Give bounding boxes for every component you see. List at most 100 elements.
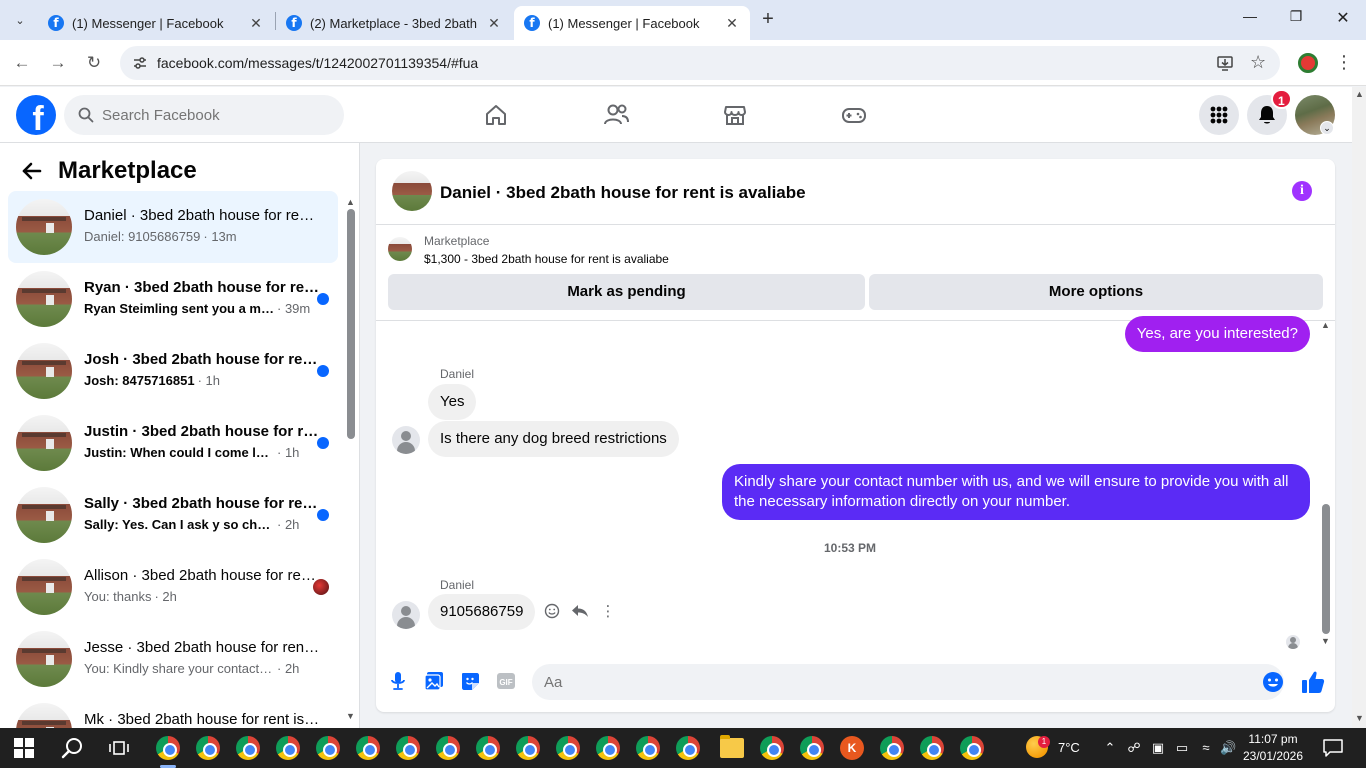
listing-thumbnail[interactable]	[388, 237, 412, 261]
incoming-message[interactable]: Is there any dog breed restrictions	[428, 421, 679, 457]
facebook-search[interactable]	[64, 95, 344, 135]
browser-tab[interactable]: f (2) Marketplace - 3bed 2bath house for…	[276, 6, 512, 40]
chrome-app-icon[interactable]	[676, 736, 700, 760]
windows-start-icon[interactable]	[14, 738, 34, 758]
nav-friends-icon[interactable]	[600, 99, 632, 131]
chrome-app-icon[interactable]	[316, 736, 340, 760]
scroll-down-arrow-icon[interactable]: ▼	[346, 711, 355, 721]
scrollbar-thumb[interactable]	[347, 209, 355, 439]
network-device-icon[interactable]: ☍	[1126, 740, 1142, 756]
address-bar[interactable]: facebook.com/messages/t/1242002701139354…	[120, 46, 1280, 80]
reload-icon[interactable]: ↻	[83, 52, 105, 74]
incoming-message[interactable]: 9105686759	[428, 594, 536, 630]
scroll-up-arrow-icon[interactable]: ▲	[1355, 89, 1364, 99]
chrome-app-icon[interactable]	[636, 736, 660, 760]
show-hidden-icons-chevron-icon[interactable]: ⌃	[1102, 740, 1118, 756]
nav-marketplace-icon[interactable]	[719, 99, 751, 131]
gif-icon[interactable]: GIF	[494, 669, 518, 693]
listing-title[interactable]: $1,300 - 3bed 2bath house for rent is av…	[424, 252, 669, 266]
more-actions-icon[interactable]: ⋮	[598, 601, 618, 621]
tab-close-icon[interactable]: ✕	[248, 15, 264, 32]
browser-tab-active[interactable]: f (1) Messenger | Facebook ✕	[514, 6, 750, 40]
conversation-item[interactable]: Ryan · 3bed 2bath house for rent is aval…	[8, 263, 338, 335]
chrome-app-icon[interactable]	[396, 736, 420, 760]
back-arrow-icon[interactable]	[20, 159, 44, 183]
chrome-app-icon[interactable]	[920, 736, 944, 760]
conversation-item[interactable]: Daniel · 3bed 2bath house for rent is av…	[8, 191, 338, 263]
outgoing-message[interactable]: Kindly share your contact number with us…	[722, 464, 1310, 520]
tab-close-icon[interactable]: ✕	[486, 15, 502, 32]
taskbar-search-icon[interactable]	[60, 736, 84, 760]
temperature[interactable]: 7°C	[1058, 740, 1080, 755]
microphone-icon[interactable]	[386, 669, 410, 693]
photo-attach-icon[interactable]	[422, 669, 446, 693]
search-input[interactable]	[102, 106, 322, 124]
emoji-icon[interactable]	[1262, 671, 1284, 693]
system-clock[interactable]: 11:07 pm 23/01/2026	[1236, 731, 1310, 765]
incoming-message[interactable]: Yes	[428, 384, 477, 420]
facebook-logo-icon[interactable]: f	[16, 95, 56, 135]
file-explorer-icon[interactable]	[720, 735, 744, 758]
conversation-item[interactable]: Mk · 3bed 2bath house for rent is avalia…	[8, 695, 338, 728]
chrome-app-icon[interactable]	[196, 736, 220, 760]
thumbs-up-icon[interactable]	[1300, 669, 1326, 695]
chrome-app-icon[interactable]	[276, 736, 300, 760]
site-settings-icon[interactable]	[132, 55, 148, 71]
chat-title[interactable]: Daniel · 3bed 2bath house for rent is av…	[440, 183, 806, 203]
sender-avatar[interactable]	[392, 601, 420, 629]
scroll-down-arrow-icon[interactable]: ▼	[1321, 636, 1330, 646]
outgoing-message[interactable]: Yes, are you interested?	[1124, 316, 1310, 352]
scroll-up-arrow-icon[interactable]: ▲	[346, 197, 355, 207]
browser-tab[interactable]: f (1) Messenger | Facebook ✕	[38, 6, 274, 40]
chrome-app-icon[interactable]	[880, 736, 904, 760]
reply-icon[interactable]	[570, 601, 590, 621]
k-app-icon[interactable]: K	[840, 736, 864, 760]
volume-icon[interactable]: 🔊	[1220, 740, 1236, 756]
chat-scrollbar[interactable]: ▲ ▼	[1320, 320, 1332, 652]
forward-icon[interactable]: →	[47, 52, 69, 74]
back-icon[interactable]: ←	[11, 52, 33, 74]
conversation-item[interactable]: Justin · 3bed 2bath house for rent is av…	[8, 407, 338, 479]
sender-avatar[interactable]	[392, 426, 420, 454]
conversation-item[interactable]: Jesse · 3bed 2bath house for rent is ava…	[8, 623, 338, 695]
restore-icon[interactable]: ❐	[1284, 8, 1308, 25]
chat-listing-thumbnail[interactable]	[392, 171, 432, 211]
chrome-app-icon[interactable]	[516, 736, 540, 760]
chrome-app-icon[interactable]	[236, 736, 260, 760]
chrome-app-icon[interactable]	[476, 736, 500, 760]
tab-close-icon[interactable]: ✕	[724, 15, 740, 32]
chrome-app-icon[interactable]	[800, 736, 824, 760]
new-tab-icon[interactable]: +	[757, 9, 779, 31]
scroll-down-arrow-icon[interactable]: ▼	[1355, 713, 1364, 723]
page-scrollbar[interactable]: ▲ ▼	[1352, 87, 1366, 728]
info-icon[interactable]: i	[1292, 181, 1312, 201]
minimize-icon[interactable]: —	[1238, 8, 1262, 24]
chrome-app-icon[interactable]	[760, 736, 784, 760]
more-options-button[interactable]: More options	[869, 274, 1323, 310]
chrome-app-icon[interactable]	[960, 736, 984, 760]
browser-menu-icon[interactable]: ⋮	[1335, 52, 1353, 73]
browser-profile-avatar[interactable]	[1298, 53, 1318, 73]
chrome-app-icon[interactable]	[436, 736, 460, 760]
sticker-icon[interactable]	[458, 669, 482, 693]
chevron-down-icon[interactable]: ⌄	[1320, 121, 1334, 135]
install-app-icon[interactable]	[1216, 54, 1234, 72]
nav-gaming-icon[interactable]	[838, 99, 870, 131]
message-input[interactable]	[532, 664, 1284, 700]
wifi-icon[interactable]: ≈	[1198, 740, 1214, 756]
chrome-app-icon[interactable]	[356, 736, 380, 760]
menu-grid-button[interactable]	[1199, 95, 1239, 135]
conversation-item[interactable]: Allison · 3bed 2bath house for rent is a…	[8, 551, 338, 623]
mark-as-pending-button[interactable]: Mark as pending	[388, 274, 865, 310]
chrome-app-icon[interactable]	[556, 736, 580, 760]
battery-icon[interactable]: ▭	[1174, 740, 1190, 756]
notification-center-icon[interactable]	[1322, 738, 1344, 758]
chrome-app-icon[interactable]	[156, 736, 180, 760]
sidebar-scrollbar[interactable]: ▲ ▼	[346, 197, 355, 721]
camera-icon[interactable]: ▣	[1150, 740, 1166, 756]
tab-search-chevron-icon[interactable]: ⌄	[8, 8, 32, 32]
window-close-icon[interactable]: ✕	[1331, 8, 1355, 28]
task-view-icon[interactable]	[108, 738, 130, 758]
scroll-up-arrow-icon[interactable]: ▲	[1321, 320, 1330, 330]
scrollbar-thumb[interactable]	[1322, 504, 1330, 634]
